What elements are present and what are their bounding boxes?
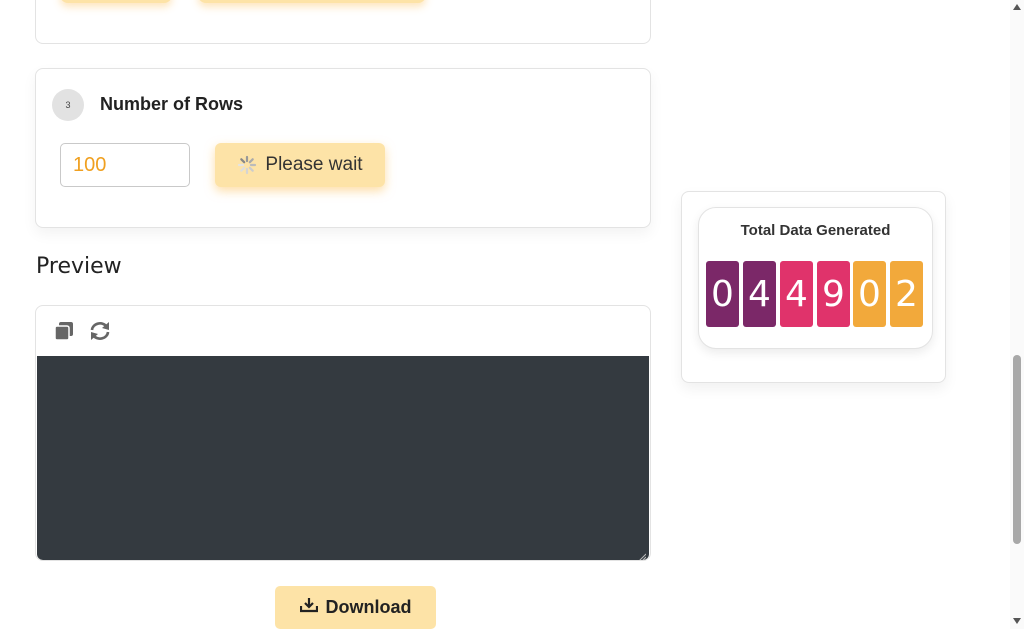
- stats-card: Total Data Generated 0 4 4 9 0 2: [681, 191, 946, 383]
- scrollbar-thumb[interactable]: [1013, 355, 1021, 544]
- refresh-icon[interactable]: [88, 320, 112, 342]
- step-number-badge: 3: [52, 89, 84, 121]
- counter-digit: 2: [890, 261, 923, 327]
- preview-code-area[interactable]: [37, 356, 649, 560]
- generate-button-label: Please wait: [265, 154, 363, 175]
- rows-card: 3 Number of Rows Please wait: [35, 68, 651, 228]
- counter-digit: 4: [743, 261, 776, 327]
- resize-grip-icon[interactable]: [638, 548, 647, 560]
- previous-step-wide-button[interactable]: [198, 0, 426, 3]
- generate-button[interactable]: Please wait: [215, 143, 385, 187]
- counter-digit: 0: [706, 261, 739, 327]
- scroll-up-icon[interactable]: [1013, 4, 1021, 10]
- rows-input[interactable]: [60, 143, 190, 187]
- counter-digit: 0: [853, 261, 886, 327]
- counter-box: Total Data Generated 0 4 4 9 0 2: [698, 207, 933, 349]
- step-title: Number of Rows: [100, 94, 244, 114]
- scroll-down-icon[interactable]: [1013, 618, 1021, 624]
- counter-title: Total Data Generated: [740, 222, 891, 239]
- counter-digit: 4: [780, 261, 813, 327]
- previous-step-button[interactable]: [60, 0, 172, 3]
- download-button[interactable]: Download: [275, 586, 436, 629]
- previous-step-card: [35, 0, 651, 44]
- download-icon: [299, 597, 318, 618]
- download-label: Download: [325, 597, 412, 617]
- copy-icon[interactable]: [52, 320, 76, 342]
- page-scrollbar[interactable]: [1010, 0, 1024, 629]
- counter-digit: 9: [817, 261, 850, 327]
- spinner-icon: [237, 155, 257, 175]
- preview-card: [35, 305, 651, 561]
- preview-heading: Preview: [36, 254, 122, 279]
